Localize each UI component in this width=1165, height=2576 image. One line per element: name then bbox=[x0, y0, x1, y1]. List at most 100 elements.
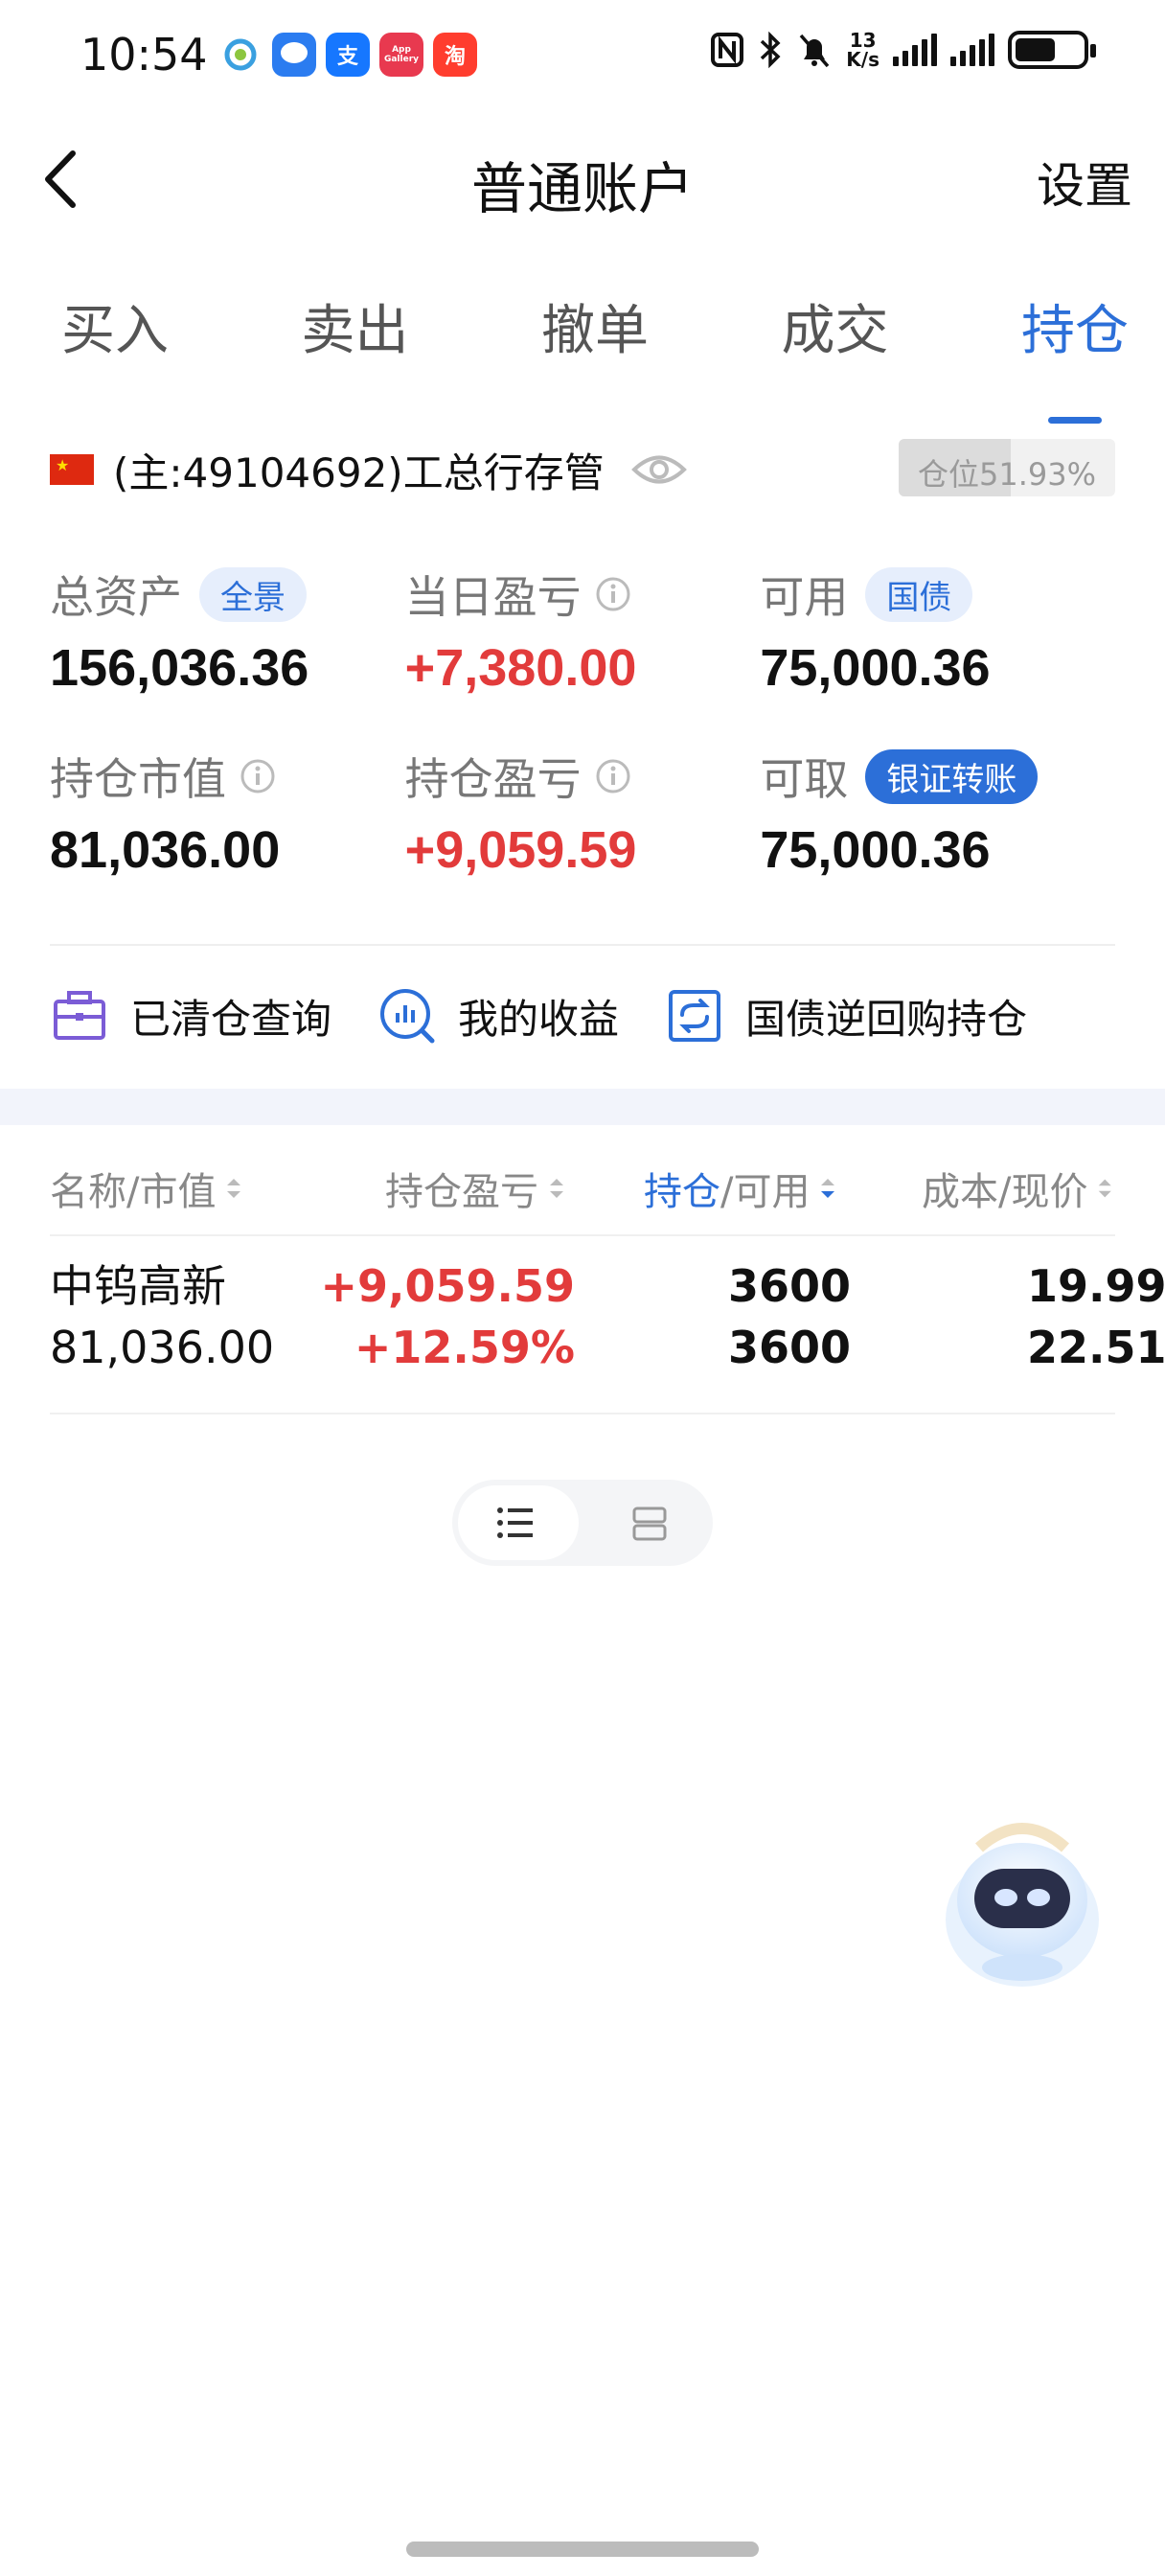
table-row[interactable]: 中钨高新 81,036.00 +9,059.59 +12.59% 3600 36… bbox=[50, 1255, 1165, 1399]
tab-holdings[interactable]: 持仓 bbox=[1021, 288, 1129, 424]
alipay-icon: 支 bbox=[326, 33, 370, 77]
china-mobile-icon bbox=[218, 33, 263, 77]
tab-buy[interactable]: 买入 bbox=[61, 288, 169, 393]
stock-current-price: 22.510 bbox=[1027, 1322, 1165, 1373]
asset-summary: 总资产 全景 156,036.36 当日盈亏 +7,380.00 可用 国债 7… bbox=[50, 565, 1115, 930]
status-time: 10:54 bbox=[80, 29, 208, 80]
column-quantity-header[interactable]: 持仓 /可用 bbox=[644, 1161, 838, 1216]
available-value: 75,000.36 bbox=[760, 639, 991, 697]
account-name[interactable]: (主:49104692)工总行存管 bbox=[113, 441, 605, 499]
tab-sell[interactable]: 卖出 bbox=[302, 288, 409, 393]
repo-holdings-label: 国债逆回购持仓 bbox=[745, 995, 1028, 1043]
sort-icon bbox=[227, 1179, 241, 1198]
column-holding-label: 持仓 bbox=[644, 1170, 720, 1214]
row-divider bbox=[50, 1413, 1115, 1414]
earnings-chart-icon bbox=[380, 989, 435, 1044]
column-cost-label: 成本/现价 bbox=[922, 1170, 1088, 1214]
daily-pl-cell: 当日盈亏 +7,380.00 bbox=[405, 565, 761, 748]
cleared-positions-label: 已清仓查询 bbox=[130, 995, 332, 1043]
bluetooth-icon bbox=[761, 31, 781, 69]
section-separator bbox=[0, 1089, 1165, 1125]
overview-badge[interactable]: 全景 bbox=[199, 566, 307, 622]
signal-icon bbox=[893, 34, 937, 66]
network-speed-unit: K/s bbox=[846, 48, 879, 71]
sort-desc-icon bbox=[821, 1179, 835, 1198]
info-icon[interactable] bbox=[240, 758, 276, 794]
column-available-label: /可用 bbox=[720, 1170, 811, 1214]
nfc-icon bbox=[711, 33, 744, 67]
system-indicators: 13 K/s bbox=[710, 31, 1096, 69]
cleared-positions-link[interactable]: 已清仓查询 bbox=[50, 986, 331, 1046]
home-indicator bbox=[406, 2542, 759, 2557]
stock-market-value: 81,036.00 bbox=[50, 1322, 275, 1373]
battery-icon bbox=[1008, 31, 1096, 69]
tab-cancel-order[interactable]: 撤单 bbox=[541, 288, 649, 393]
column-pl-label: 持仓盈亏 bbox=[385, 1170, 538, 1214]
info-icon[interactable] bbox=[595, 758, 631, 794]
tab-deals[interactable]: 成交 bbox=[782, 288, 889, 393]
account-row: ★ (主:49104692)工总行存管 仓位51.93% bbox=[50, 439, 1115, 499]
repo-holdings-link[interactable]: 国债逆回购持仓 bbox=[665, 986, 1027, 1046]
position-pl-value: +9,059.59 bbox=[404, 821, 637, 879]
stock-pl-amount: +9,059.59 bbox=[320, 1260, 575, 1312]
sort-icon bbox=[550, 1179, 563, 1198]
row-divider bbox=[50, 1234, 1115, 1236]
signal-icon-2 bbox=[950, 34, 994, 66]
my-earnings-label: 我的收益 bbox=[458, 995, 620, 1043]
available-cell: 可用 国债 75,000.36 bbox=[760, 565, 1115, 748]
stock-available-qty: 3600 bbox=[727, 1322, 851, 1373]
position-pl-label: 持仓盈亏 bbox=[404, 753, 582, 805]
trade-tabs: 买入 卖出 撤单 成交 持仓 bbox=[0, 288, 1165, 424]
daily-pl-value: +7,380.00 bbox=[404, 639, 637, 697]
network-speed: 13 K/s bbox=[846, 31, 879, 69]
withdrawable-label: 可取 bbox=[760, 753, 849, 805]
bank-transfer-button[interactable]: 银证转账 bbox=[865, 748, 1039, 804]
china-flag-icon: ★ bbox=[50, 454, 94, 485]
column-pl-header[interactable]: 持仓盈亏 bbox=[385, 1161, 567, 1216]
treasury-badge[interactable]: 国债 bbox=[865, 566, 973, 622]
list-view-icon[interactable] bbox=[496, 1505, 535, 1541]
total-assets-value: 156,036.36 bbox=[50, 639, 309, 697]
taobao-icon: 淘 bbox=[433, 33, 477, 77]
column-cost-header[interactable]: 成本/现价 bbox=[922, 1161, 1115, 1216]
repo-cycle-icon bbox=[669, 990, 721, 1042]
robot-assistant-icon[interactable] bbox=[941, 1809, 1104, 1991]
quick-links: 已清仓查询 我的收益 国债逆回购持仓 bbox=[50, 978, 1073, 1054]
notification-icons: 支 App Gallery 淘 bbox=[218, 33, 477, 77]
page-title: 普通账户 bbox=[470, 156, 694, 221]
holdings-table-header: 名称/市值 持仓盈亏 持仓 /可用 成本/现价 bbox=[50, 1150, 1115, 1227]
stock-holding-qty: 3600 bbox=[727, 1260, 851, 1312]
position-pl-cell: 持仓盈亏 +9,059.59 bbox=[405, 748, 761, 930]
position-ratio-label: 仓位51.93% bbox=[917, 456, 1097, 493]
withdrawable-cell: 可取 银证转账 75,000.36 bbox=[760, 748, 1115, 930]
stock-name: 中钨高新 bbox=[50, 1260, 226, 1312]
sort-icon bbox=[1099, 1179, 1112, 1198]
header: 普通账户 设置 bbox=[0, 125, 1165, 230]
network-speed-value: 13 bbox=[849, 29, 877, 52]
column-name-header[interactable]: 名称/市值 bbox=[50, 1161, 244, 1216]
total-assets-label: 总资产 bbox=[50, 571, 182, 623]
app-gallery-icon: App Gallery bbox=[379, 33, 423, 77]
divider bbox=[50, 944, 1115, 946]
stock-cost-price-clip: 19.993 22.510 bbox=[977, 1255, 1165, 1390]
my-earnings-link[interactable]: 我的收益 bbox=[377, 986, 619, 1046]
view-mode-toggle bbox=[452, 1480, 713, 1566]
total-assets-cell: 总资产 全景 156,036.36 bbox=[50, 565, 405, 748]
briefcase-icon bbox=[54, 991, 105, 1040]
eye-icon[interactable] bbox=[630, 449, 687, 490]
market-value-label: 持仓市值 bbox=[50, 753, 226, 805]
market-value-value: 81,036.00 bbox=[50, 821, 281, 879]
available-label: 可用 bbox=[760, 571, 849, 623]
position-ratio-badge: 仓位51.93% bbox=[899, 439, 1115, 496]
stock-pl-percent: +12.59% bbox=[354, 1322, 575, 1373]
info-icon[interactable] bbox=[595, 576, 631, 612]
market-value-cell: 持仓市值 81,036.00 bbox=[50, 748, 405, 930]
column-name-label: 名称/市值 bbox=[50, 1170, 217, 1214]
mute-bell-icon bbox=[799, 34, 830, 68]
withdrawable-value: 75,000.36 bbox=[760, 821, 991, 879]
stock-cost: 19.993 bbox=[1027, 1260, 1165, 1312]
card-view-icon[interactable] bbox=[630, 1505, 669, 1543]
status-bar: 10:54 支 App Gallery 淘 13 K/s bbox=[0, 0, 1165, 115]
message-icon bbox=[272, 33, 316, 77]
settings-button[interactable]: 设置 bbox=[1037, 148, 1132, 217]
